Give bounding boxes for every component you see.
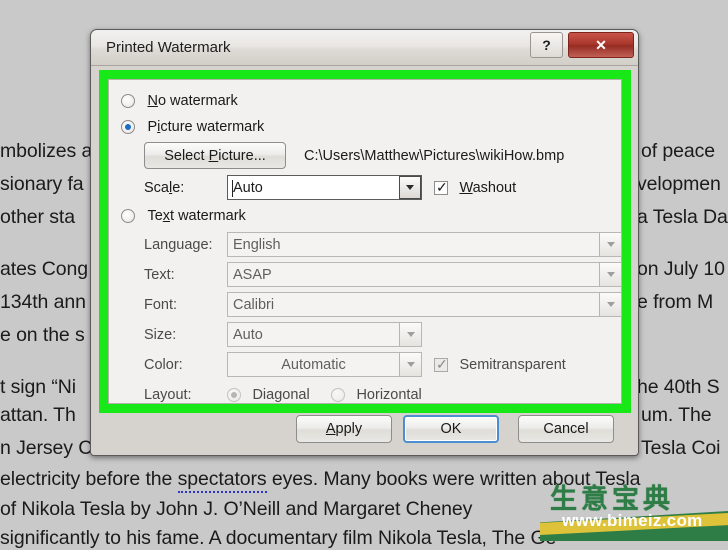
- size-combobox[interactable]: Auto: [227, 322, 422, 347]
- ok-button[interactable]: OK: [403, 415, 499, 443]
- printed-watermark-dialog: Printed Watermark ? ✕ No watermark Pictu…: [90, 29, 639, 456]
- cancel-button-label: Cancel: [543, 421, 589, 437]
- close-icon[interactable]: ✕: [568, 32, 634, 58]
- doc-text-line: 134th ann: [0, 291, 86, 313]
- select-picture-button[interactable]: Select Picture...: [144, 142, 286, 169]
- doc-text-line: on July 10: [637, 258, 725, 280]
- doc-text-line: e on the s: [0, 324, 85, 346]
- green-highlight-frame: No watermark Picture watermark Select Pi…: [99, 70, 631, 413]
- radio-text-watermark-label: Text watermark: [147, 208, 246, 224]
- checkbox-semitransparent[interactable]: Semitransparent: [434, 356, 566, 374]
- dialog-titlebar[interactable]: Printed Watermark ? ✕: [91, 30, 638, 66]
- radio-layout-diagonal-indicator[interactable]: [227, 387, 241, 402]
- color-value: Automatic: [281, 356, 346, 373]
- spellcheck-word: spectators: [177, 468, 267, 493]
- radio-text-watermark[interactable]: Text watermark: [121, 207, 246, 225]
- radio-no-watermark-label: No watermark: [147, 93, 238, 109]
- doc-text-line: velopmen: [637, 173, 721, 195]
- doc-text-line: ates Cong: [0, 258, 88, 280]
- doc-text-line: attan. Th: [0, 404, 76, 426]
- chevron-down-icon[interactable]: [399, 353, 421, 376]
- radio-picture-watermark[interactable]: Picture watermark: [121, 118, 264, 136]
- text-label: Text:: [144, 267, 175, 283]
- font-value: Calibri: [233, 296, 275, 313]
- doc-text-line: um. The: [641, 404, 712, 426]
- doc-text-line: mbolizes a: [0, 140, 93, 162]
- doc-text-line: Tesla Coi: [641, 437, 721, 459]
- doc-text-line-spellcheck: electricity before the spectators eyes. …: [0, 468, 641, 493]
- doc-text-line: significantly to his fame. A documentary…: [0, 527, 557, 549]
- doc-text-line: e from M: [637, 291, 714, 313]
- radio-no-watermark[interactable]: No watermark: [121, 92, 238, 110]
- checkbox-semitransparent-label: Semitransparent: [459, 357, 566, 373]
- scale-combobox[interactable]: Auto: [227, 175, 422, 200]
- doc-text-line: a Tesla Da: [637, 206, 728, 228]
- size-label: Size:: [144, 327, 177, 343]
- checkbox-washout-indicator[interactable]: [434, 179, 448, 196]
- dialog-title: Printed Watermark: [106, 39, 231, 56]
- cancel-button[interactable]: Cancel: [518, 415, 614, 443]
- color-combobox[interactable]: Automatic: [227, 352, 422, 377]
- apply-button-label: Apply: [325, 421, 363, 437]
- text-caret: [232, 180, 233, 197]
- font-combobox[interactable]: Calibri: [227, 292, 622, 317]
- checkbox-washout[interactable]: Washout: [434, 179, 516, 197]
- radio-layout-diagonal[interactable]: Diagonal: [227, 386, 310, 404]
- chevron-down-icon[interactable]: [599, 293, 621, 316]
- dialog-content-area: No watermark Picture watermark Select Pi…: [108, 79, 622, 404]
- radio-picture-watermark-label: Picture watermark: [147, 119, 265, 135]
- chevron-down-icon[interactable]: [399, 323, 421, 346]
- dialog-button-bar: Apply OK Cancel: [91, 411, 638, 455]
- language-combobox[interactable]: English: [227, 232, 622, 257]
- picture-path-text: C:\Users\Matthew\Pictures\wikiHow.bmp: [304, 148, 565, 164]
- doc-text-line: he 40th S: [637, 376, 720, 398]
- text-value: ASAP: [233, 266, 272, 283]
- apply-button[interactable]: Apply: [296, 415, 392, 443]
- radio-picture-watermark-indicator[interactable]: [121, 119, 135, 134]
- radio-layout-diagonal-label: Diagonal: [252, 387, 310, 403]
- doc-text-line: other sta: [0, 206, 75, 228]
- doc-text-line: n Jersey C: [0, 437, 93, 459]
- ok-button-label: OK: [440, 421, 462, 437]
- doc-text-line: of Nikola Tesla by John J. O’Neill and M…: [0, 498, 473, 520]
- chevron-down-icon[interactable]: [399, 176, 421, 199]
- radio-layout-horizontal[interactable]: Horizontal: [331, 386, 422, 404]
- help-icon[interactable]: ?: [530, 32, 563, 58]
- size-value: Auto: [233, 326, 263, 343]
- doc-text-line: sionary fa: [0, 173, 84, 195]
- scale-label: Scale:: [144, 180, 185, 196]
- color-label: Color:: [144, 357, 183, 373]
- doc-text-line: t sign “Ni: [0, 376, 76, 398]
- select-picture-button-label: Select Picture...: [164, 147, 266, 164]
- checkbox-washout-label: Washout: [459, 180, 517, 196]
- font-label: Font:: [144, 297, 178, 313]
- text-combobox[interactable]: ASAP: [227, 262, 622, 287]
- doc-text-after: eyes. Many books were written about Tesl…: [266, 468, 641, 490]
- radio-no-watermark-indicator[interactable]: [121, 93, 135, 108]
- radio-layout-horizontal-label: Horizontal: [356, 387, 422, 403]
- checkbox-semitransparent-indicator[interactable]: [434, 356, 448, 373]
- doc-text-line: of peace: [641, 140, 716, 162]
- scale-value: Auto: [233, 179, 263, 196]
- chevron-down-icon[interactable]: [599, 263, 621, 286]
- language-value: English: [233, 236, 281, 253]
- radio-layout-horizontal-indicator[interactable]: [331, 387, 345, 402]
- layout-label: Layout:: [144, 387, 192, 403]
- chevron-down-icon[interactable]: [599, 233, 621, 256]
- radio-text-watermark-indicator[interactable]: [121, 208, 135, 223]
- language-label: Language:: [144, 237, 213, 253]
- doc-text-before: electricity before the: [0, 468, 178, 490]
